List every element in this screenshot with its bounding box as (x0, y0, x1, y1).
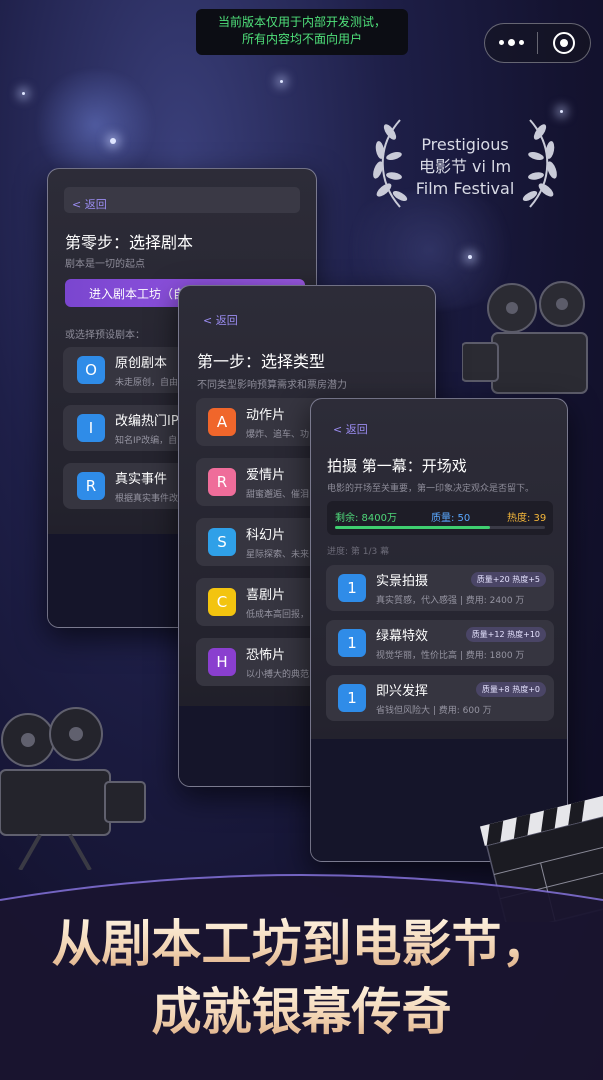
option-desc: 爆炸、追车、功 (246, 430, 310, 440)
back-button[interactable]: < 返回 (72, 198, 107, 211)
option-desc: 低成本高回报， (246, 610, 310, 620)
quality-stat: 质量: 50 (431, 513, 471, 524)
more-dots-icon (498, 39, 524, 46)
option-name: 爱情片 (246, 468, 286, 483)
festival-line1: Prestigious (421, 135, 509, 154)
mini-program-capsule (484, 23, 591, 63)
page-title: 拍摄 第一幕：开场戏 (327, 457, 467, 475)
option-name: 即兴发挥 (376, 684, 429, 699)
option-desc: 甜蜜邂逅、催泪 (246, 490, 310, 500)
option-desc: 根据真实事件改 (115, 494, 179, 504)
more-button[interactable] (485, 24, 537, 62)
heat-stat: 热度: 39 (507, 513, 547, 524)
film-festival-emblem: Prestigious 电影节 vi lm Film Festival (370, 112, 560, 222)
page-title: 第一步：选择类型 (197, 352, 326, 371)
option-desc: 星际探索、未来 (246, 550, 310, 560)
option-badge: R (77, 472, 105, 500)
budget-remaining: 剩余: 8400万 (335, 513, 397, 524)
dev-notice-line2: 所有内容均不面向用户 (241, 32, 362, 46)
option-badge: H (208, 648, 236, 676)
section-label: 或选择预设剧本： (65, 330, 145, 341)
option-badge: R (208, 468, 236, 496)
page-subtitle: 电影的开场至关重要，第一印象决定观众是否留下。 (327, 484, 535, 494)
option-badge: I (77, 414, 105, 442)
dev-notice-line1: 当前版本仅用于内部开发测试， (217, 15, 386, 29)
promo-headline-line1: 从剧本工坊到电影节， (0, 912, 603, 976)
option-desc: 视觉华丽，性价比高 | 费用: 1800 万 (376, 651, 525, 661)
option-name: 改编热门IP (115, 414, 179, 429)
festival-line3: Film Festival (415, 179, 515, 198)
target-close-icon (553, 32, 575, 54)
stage-light-glow (30, 70, 160, 180)
effect-tag: 质量+12 热度+10 (465, 627, 546, 642)
back-button[interactable]: < 返回 (203, 312, 238, 328)
option-name: 喜剧片 (246, 588, 286, 603)
festival-line2: 电影节 vi lm (418, 157, 512, 176)
light-spark (560, 110, 563, 113)
option-name: 真实事件 (115, 472, 168, 487)
film-camera-icon (0, 707, 146, 870)
option-name: 动作片 (246, 408, 286, 423)
option-badge: 1 (338, 684, 366, 712)
option-name: 原创剧本 (115, 356, 168, 371)
page-title: 第零步：选择剧本 (65, 233, 194, 252)
option-badge: O (77, 356, 105, 384)
option-badge: A (208, 408, 236, 436)
option-badge: S (208, 528, 236, 556)
shooting-option[interactable]: 1 绿幕特效 视觉华丽，性价比高 | 费用: 1800 万 质量+12 热度+1… (326, 620, 554, 666)
option-desc: 真实質感，代入感强 | 费用: 2400 万 (376, 596, 525, 606)
stats-panel: 剩余: 8400万 质量: 50 热度: 39 (327, 501, 553, 535)
app-screen: 当前版本仅用于内部开发测试， 所有内容均不面向用户 Prestigious 电影… (0, 0, 603, 1080)
page-subtitle: 剧本是一切的起点 (65, 259, 145, 270)
light-spark (280, 80, 283, 83)
back-bar[interactable]: < 返回 (64, 187, 300, 213)
light-spark (22, 92, 25, 95)
back-button[interactable]: < 返回 (333, 421, 368, 437)
page-subtitle: 不同类型影响预算需求和票房潜力 (197, 380, 347, 391)
option-desc: 以小搏大的典范 (246, 670, 310, 680)
option-desc: 未走原创，自由 (115, 378, 179, 388)
option-name: 恐怖片 (246, 648, 286, 663)
effect-tag: 质量+20 热度+5 (470, 572, 546, 587)
light-spark (110, 138, 116, 144)
dev-notice: 当前版本仅用于内部开发测试， 所有内容均不面向用户 (196, 9, 408, 55)
light-spark (468, 255, 472, 259)
option-badge: C (208, 588, 236, 616)
festival-text: Prestigious 电影节 vi lm Film Festival (370, 134, 560, 200)
shooting-option[interactable]: 1 实景拍摄 真实質感，代入感强 | 费用: 2400 万 质量+20 热度+5 (326, 565, 554, 611)
option-badge: 1 (338, 574, 366, 602)
promo-headline-line2: 成就银幕传奇 (0, 980, 603, 1044)
option-desc: 知名IP改编，自 (115, 436, 178, 446)
option-desc: 省钱但风险大 | 费用: 600 万 (376, 706, 492, 716)
effect-tag: 质量+8 热度+0 (475, 682, 546, 697)
close-button[interactable] (538, 24, 590, 62)
act-progress: 进度: 第 1/3 幕 (327, 547, 390, 557)
progress-fill (335, 526, 491, 529)
option-badge: 1 (338, 629, 366, 657)
option-name: 科幻片 (246, 528, 286, 543)
shooting-option[interactable]: 1 即兴发挥 省钱但风险大 | 费用: 600 万 质量+8 热度+0 (326, 675, 554, 721)
progress-track (335, 526, 545, 529)
